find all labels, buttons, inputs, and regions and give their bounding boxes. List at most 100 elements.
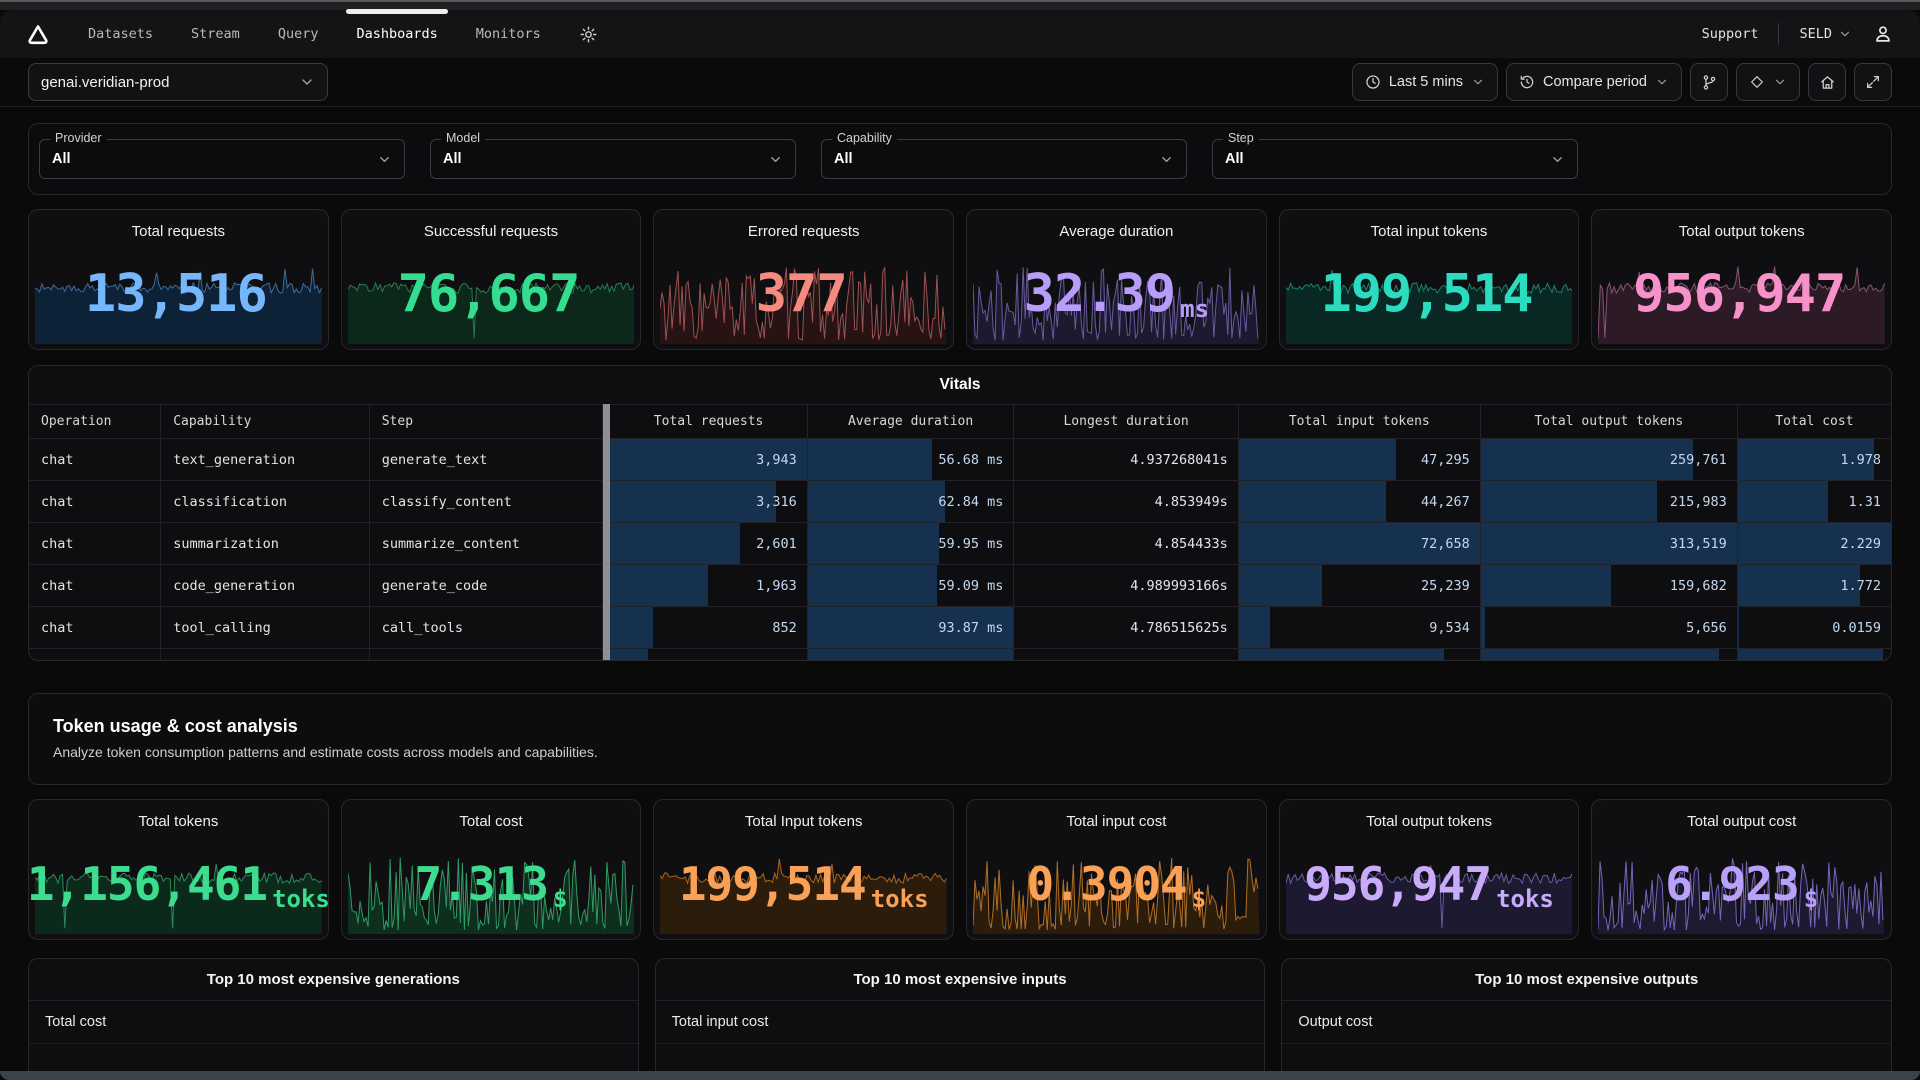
chevron-down-icon: [377, 152, 392, 167]
value-bar: [1481, 607, 1486, 648]
column-resize-handle[interactable]: [603, 404, 610, 660]
value-bar: [1481, 439, 1693, 480]
nav-tab-query[interactable]: Query: [278, 10, 319, 58]
filter-label: Step: [1223, 131, 1259, 145]
chevron-down-icon: [1471, 75, 1485, 89]
panel-title: Top 10 most expensive inputs: [656, 959, 1265, 1001]
table-row[interactable]: chat classification classify_content 3,3…: [29, 480, 1891, 522]
kpi-total-input-tokens[interactable]: Total Input tokens 199,514toks: [653, 799, 954, 940]
kpi-total-input-tokens[interactable]: Total input tokens 199,514: [1279, 209, 1580, 350]
clock-icon: [1365, 74, 1381, 90]
window-top-edge: [0, 0, 1920, 10]
chevron-down-icon: [768, 152, 783, 167]
home-icon: [1819, 74, 1836, 91]
value-bar: [1738, 607, 1739, 648]
value-bar: [1481, 481, 1657, 522]
kpi-total-tokens[interactable]: Total tokens 1,156,461toks: [28, 799, 329, 940]
kpi-value: 199,514toks: [654, 800, 953, 939]
org-switcher[interactable]: SELD: [1799, 26, 1852, 42]
top-nav: Datasets Stream Query Dashboards Monitor…: [0, 10, 1920, 58]
nav-tab-monitors[interactable]: Monitors: [476, 10, 541, 58]
panel-column-header: Total input cost: [656, 1001, 1265, 1044]
compare-period-button[interactable]: Compare period: [1506, 63, 1682, 101]
kpi-average-duration[interactable]: Average duration 32.39ms: [966, 209, 1267, 350]
col-total-requests: Total requests: [610, 405, 807, 438]
vitals-panel: Vitals Operation Capability Step Total r…: [28, 365, 1892, 661]
top10-outputs-panel: Top 10 most expensive outputs Output cos…: [1281, 958, 1892, 1080]
fullscreen-button[interactable]: [1854, 63, 1892, 101]
value-bar: [610, 481, 775, 522]
variables-button[interactable]: [1736, 63, 1800, 101]
window-bottom-edge: [0, 1071, 1920, 1080]
org-name: SELD: [1799, 26, 1832, 42]
home-button[interactable]: [1808, 63, 1846, 101]
value-bar: [808, 523, 939, 564]
kpi-value: 13,516: [29, 210, 328, 349]
table-row[interactable]: chat summarization summarize_content 2,6…: [29, 522, 1891, 564]
kpi-total-cost[interactable]: Total cost 7.313$: [341, 799, 642, 940]
kpi-total-output-tokens[interactable]: Total output tokens 956,947: [1591, 209, 1892, 350]
panel-column-header: Output cost: [1282, 1001, 1891, 1044]
value-bar: [1239, 607, 1271, 648]
section-subtitle: Analyze token consumption patterns and e…: [53, 744, 1867, 760]
filter-label: Model: [441, 131, 485, 145]
nav-tab-stream[interactable]: Stream: [191, 10, 240, 58]
kpi-value: 956,947toks: [1280, 800, 1579, 939]
kpi-value: 377: [654, 210, 953, 349]
dashboard-select[interactable]: genai.veridian-prod: [28, 63, 328, 101]
filter-capability[interactable]: Capability All: [821, 139, 1187, 179]
token-usage-section-header: Token usage & cost analysis Analyze toke…: [28, 693, 1892, 785]
filter-step[interactable]: Step All: [1212, 139, 1578, 179]
panel-title: Top 10 most expensive generations: [29, 959, 638, 1001]
top10-inputs-panel: Top 10 most expensive inputs Total input…: [655, 958, 1266, 1080]
kpi-value: 6.923$: [1592, 800, 1891, 939]
value-bar: [1239, 439, 1396, 480]
nav-tab-datasets[interactable]: Datasets: [88, 10, 153, 58]
kpi-row-primary: Total requests 13,516 Successful request…: [28, 209, 1892, 350]
table-row[interactable]: chat code_generation generate_code 1,963…: [29, 564, 1891, 606]
axiom-logo[interactable]: [26, 22, 50, 46]
kpi-errored-requests[interactable]: Errored requests 377: [653, 209, 954, 350]
kpi-total-input-cost[interactable]: Total input cost 0.3904$: [966, 799, 1267, 940]
time-range-button[interactable]: Last 5 mins: [1352, 63, 1498, 101]
diamond-icon: [1749, 74, 1765, 90]
filter-label: Capability: [832, 131, 897, 145]
table-row-clipped[interactable]: [29, 648, 1891, 660]
nav-tab-dashboards[interactable]: Dashboards: [356, 10, 437, 58]
gear-icon[interactable]: [579, 25, 598, 44]
vitals-header-row: Operation Capability Step Total requests…: [29, 404, 1891, 438]
value-bar: [610, 523, 740, 564]
app-window: Datasets Stream Query Dashboards Monitor…: [0, 0, 1920, 1080]
kpi-value: 32.39ms: [967, 210, 1266, 349]
filter-provider[interactable]: Provider All: [39, 139, 405, 179]
kpi-total-requests[interactable]: Total requests 13,516: [28, 209, 329, 350]
chevron-down-icon: [1550, 152, 1565, 167]
time-range-label: Last 5 mins: [1389, 74, 1463, 90]
table-row[interactable]: chat text_generation generate_text 3,943…: [29, 438, 1891, 480]
flow-button[interactable]: [1690, 63, 1728, 101]
kpi-value: 956,947: [1592, 210, 1891, 349]
col-capability: Capability: [161, 405, 370, 438]
value-bar: [1239, 649, 1444, 660]
kpi-successful-requests[interactable]: Successful requests 76,667: [341, 209, 642, 350]
value-bar: [808, 481, 946, 522]
kpi-total-output-tokens[interactable]: Total output tokens 956,947toks: [1279, 799, 1580, 940]
person-icon[interactable]: [1872, 23, 1894, 45]
filter-model[interactable]: Model All: [430, 139, 796, 179]
value-bar: [808, 439, 932, 480]
kpi-total-output-cost[interactable]: Total output cost 6.923$: [1591, 799, 1892, 940]
value-bar: [1481, 649, 1719, 660]
value-bar: [808, 565, 937, 606]
section-title: Token usage & cost analysis: [53, 716, 1867, 737]
kpi-value: 76,667: [342, 210, 641, 349]
table-row[interactable]: chat tool_calling call_tools 852 93.87 m…: [29, 606, 1891, 648]
chevron-down-icon: [1655, 75, 1669, 89]
kpi-row-tokens: Total tokens 1,156,461toks Total cost 7.…: [28, 799, 1892, 940]
panel-title: Top 10 most expensive outputs: [1282, 959, 1891, 1001]
value-bar: [1481, 565, 1611, 606]
filter-value: All: [52, 151, 377, 167]
support-link[interactable]: Support: [1702, 26, 1759, 42]
value-bar: [1738, 649, 1884, 660]
col-total-cost: Total cost: [1738, 405, 1891, 438]
filter-label: Provider: [50, 131, 107, 145]
